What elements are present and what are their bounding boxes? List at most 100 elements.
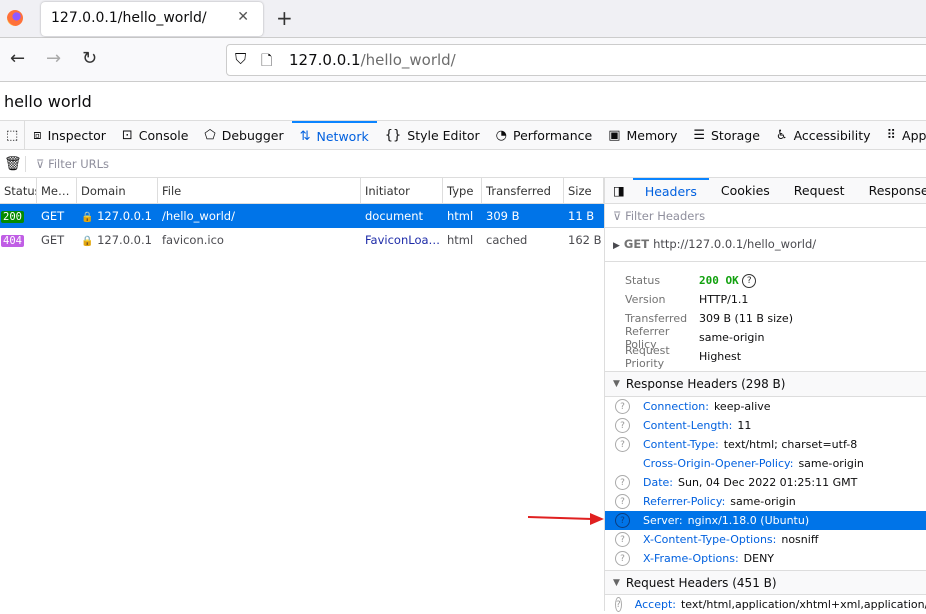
header-row[interactable]: ?Connection:keep-alive (605, 397, 926, 416)
url-bar[interactable]: ⛉ 🗋 127.0.0.1/hello_world/ (226, 44, 926, 76)
forward-button[interactable]: → (46, 48, 61, 69)
new-tab-button[interactable]: + (276, 6, 293, 30)
tab-storage[interactable]: ☰Storage (685, 121, 768, 149)
network-filter-bar: 🗑 ⊽ Filter URLs (0, 151, 926, 178)
header-value: 11 (737, 419, 751, 432)
domain-text: 127.0.0.1 (97, 209, 152, 223)
col-file[interactable]: File (158, 178, 361, 203)
browser-tab[interactable]: 127.0.0.1/hello_world/ ✕ (41, 2, 263, 36)
request-table: Status Me… Domain File Initiator Type Tr… (0, 178, 604, 252)
tab-cookies[interactable]: Cookies (709, 178, 782, 203)
tab-label: Performance (513, 128, 592, 143)
tab-response[interactable]: Response (857, 178, 926, 203)
table-row[interactable]: 200 GET 🔒 127.0.0.1 /hello_world/ docume… (0, 204, 604, 228)
tab-network[interactable]: ⇅Network (292, 121, 377, 149)
section-title: Request Headers (451 B) (626, 576, 777, 590)
domain-text: 127.0.0.1 (97, 233, 152, 247)
initiator[interactable]: FaviconLoa… (361, 233, 443, 247)
request-summary[interactable]: ▶GEThttp://127.0.0.1/hello_world/ (605, 228, 926, 262)
col-status[interactable]: Status (0, 178, 37, 203)
request-priority-value: Highest (699, 350, 741, 363)
status-block: Status200 OK ? VersionHTTP/1.1 Transferr… (605, 262, 926, 372)
col-initiator[interactable]: Initiator (361, 178, 443, 203)
element-picker-button[interactable]: ⬚ (0, 121, 25, 149)
help-icon[interactable]: ? (615, 513, 630, 528)
filter-urls-input[interactable]: ⊽ Filter URLs (36, 157, 109, 171)
help-icon[interactable]: ? (615, 597, 622, 612)
header-row[interactable]: ?X-Frame-Options:DENY (605, 549, 926, 568)
request-headers-list: ?Accept:text/html,application/xhtml+xml,… (605, 595, 926, 614)
section-title: Response Headers (298 B) (626, 377, 786, 391)
request-headers-section[interactable]: ▼Request Headers (451 B) (605, 570, 926, 595)
firefox-logo-icon[interactable] (7, 10, 23, 26)
close-tab-icon[interactable]: ✕ (237, 9, 249, 25)
help-icon[interactable]: ? (615, 399, 630, 414)
clear-trash-icon[interactable]: 🗑 (4, 156, 26, 172)
col-method[interactable]: Me… (37, 178, 77, 203)
tab-style-editor[interactable]: {}Style Editor (377, 121, 488, 149)
header-row[interactable]: ?X-Content-Type-Options:nosniff (605, 530, 926, 549)
initiator: document (361, 209, 443, 223)
header-value: keep-alive (714, 400, 771, 413)
transferred: 309 B (482, 209, 564, 223)
col-transferred[interactable]: Transferred (482, 178, 564, 203)
tab-application[interactable]: ⠿Applica (879, 121, 926, 149)
tab-console[interactable]: ⊡Console (114, 121, 197, 149)
header-name: Referrer-Policy: (643, 495, 725, 508)
tab-debugger[interactable]: ⬠Debugger (196, 121, 291, 149)
help-icon[interactable]: ? (615, 418, 630, 433)
col-size[interactable]: Size (564, 178, 604, 203)
tab-accessibility[interactable]: ♿Accessibility (768, 121, 879, 149)
lock-icon: 🔒 (81, 212, 93, 223)
tab-performance[interactable]: ◔Performance (488, 121, 601, 149)
method: GET (37, 209, 77, 223)
col-type[interactable]: Type (443, 178, 482, 203)
header-row[interactable]: ?Cross-Origin-Opener-Policy:same-origin (605, 454, 926, 473)
table-row[interactable]: 404 GET 🔒 127.0.0.1 favicon.ico FaviconL… (0, 228, 604, 252)
help-icon[interactable]: ? (615, 494, 630, 509)
tab-request[interactable]: Request (782, 178, 857, 203)
shield-icon[interactable]: ⛉ (235, 50, 246, 68)
picker-icon: ⬚ (6, 128, 18, 143)
toggle-sidebar-icon[interactable]: ◨ (605, 178, 633, 203)
size: 162 B (564, 233, 604, 247)
header-row[interactable]: ?Date:Sun, 04 Dec 2022 01:25:11 GMT (605, 473, 926, 492)
header-value: text/html; charset=utf-8 (724, 438, 858, 451)
header-value: same-origin (798, 457, 863, 470)
referrer-policy-value: same-origin (699, 331, 764, 344)
filter-placeholder: Filter Headers (625, 209, 705, 223)
header-name: Content-Length: (643, 419, 732, 432)
collapse-triangle-icon: ▼ (613, 379, 620, 389)
col-domain[interactable]: Domain (77, 178, 158, 203)
header-value: text/html,application/xhtml+xml,applicat… (681, 598, 926, 611)
header-name: Server: (643, 514, 683, 527)
back-button[interactable]: ← (10, 48, 25, 69)
transferred-key: Transferred (605, 312, 699, 325)
help-icon[interactable]: ? (615, 437, 630, 452)
tab-memory[interactable]: ▣Memory (600, 121, 685, 149)
header-name: Date: (643, 476, 673, 489)
help-icon[interactable]: ? (742, 274, 756, 288)
transferred: cached (482, 233, 564, 247)
response-headers-section[interactable]: ▼ Response Headers (298 B) (605, 372, 926, 397)
console-icon: ⊡ (122, 128, 133, 143)
tab-inspector[interactable]: ⧈Inspector (25, 121, 114, 149)
help-icon[interactable]: ? (615, 551, 630, 566)
table-header: Status Me… Domain File Initiator Type Tr… (0, 178, 604, 204)
header-row[interactable]: ?Content-Type:text/html; charset=utf-8 (605, 435, 926, 454)
header-row[interactable]: ?Referrer-Policy:same-origin (605, 492, 926, 511)
tab-headers[interactable]: Headers (633, 178, 709, 203)
red-arrow-annotation (528, 510, 606, 528)
version-value: HTTP/1.1 (699, 293, 748, 306)
expand-triangle-icon[interactable]: ▶ (613, 241, 620, 251)
domain: 🔒 127.0.0.1 (77, 209, 158, 223)
help-icon[interactable]: ? (615, 532, 630, 547)
help-icon[interactable]: ? (615, 475, 630, 490)
reload-button[interactable]: ↻ (82, 48, 97, 69)
status-badge: 404 (1, 235, 24, 247)
header-row[interactable]: ?Accept:text/html,application/xhtml+xml,… (605, 595, 926, 614)
header-row[interactable]: ? Content-Length: 11 (605, 416, 926, 435)
accessibility-icon: ♿ (776, 128, 788, 143)
header-row[interactable]: ?Server:nginx/1.18.0 (Ubuntu) (605, 511, 926, 530)
filter-headers-input[interactable]: ⊽ Filter Headers (605, 204, 926, 228)
